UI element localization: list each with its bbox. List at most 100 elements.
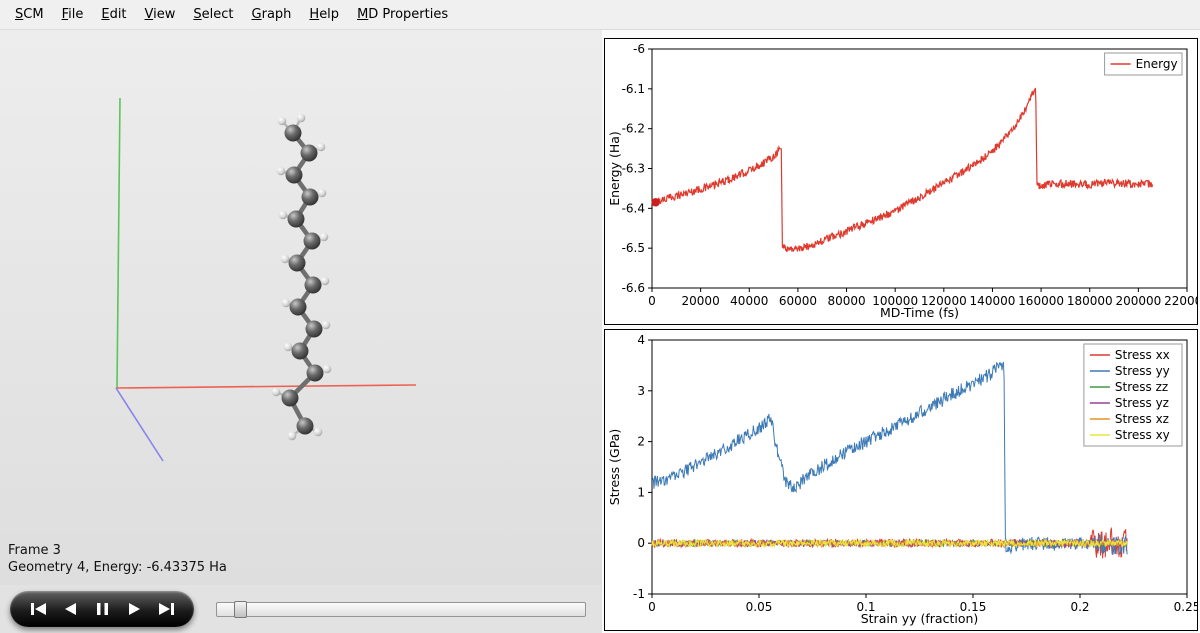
playback-bar [0, 585, 602, 633]
carbon-atom[interactable] [290, 299, 307, 316]
plot-area [652, 49, 1187, 288]
x-tick-label: 200000 [1115, 294, 1161, 308]
carbon-atom[interactable] [306, 321, 323, 338]
carbon-atom[interactable] [302, 189, 319, 206]
hydrogen-atom[interactable] [314, 428, 323, 437]
stress-strain-plot: 00.050.10.150.20.25-101234Strain yy (fra… [605, 330, 1197, 630]
x-axis-title: MD-Time (fs) [880, 305, 959, 320]
legend-label: Stress yz [1115, 396, 1169, 410]
hydrogen-atom[interactable] [322, 321, 331, 330]
carbon-atom[interactable] [301, 145, 318, 162]
hydrogen-atom[interactable] [321, 277, 330, 286]
hydrogen-atom[interactable] [281, 255, 290, 264]
x-tick-label: 220000 [1164, 294, 1197, 308]
frame-slider-thumb[interactable] [234, 601, 247, 618]
x-tick-label: 0.2 [1070, 600, 1089, 614]
y-axis-line [117, 98, 120, 388]
y-tick-label: -6.1 [622, 82, 645, 96]
y-tick-label: -6.6 [622, 281, 645, 295]
play-forward-button[interactable] [122, 599, 146, 619]
hydrogen-atom[interactable] [317, 143, 326, 152]
frame-slider[interactable] [216, 602, 586, 617]
x-axis-title: Strain yy (fraction) [861, 611, 979, 626]
last-frame-button[interactable] [154, 599, 178, 619]
legend-label: Stress xy [1115, 428, 1170, 442]
y-tick-label: 4 [637, 333, 645, 347]
x-tick-label: 140000 [970, 294, 1016, 308]
hydrogen-atom[interactable] [288, 432, 297, 441]
x-tick-label: 160000 [1018, 294, 1064, 308]
play-forward-icon [126, 602, 143, 616]
x-tick-label: 60000 [779, 294, 817, 308]
first-frame-button[interactable] [26, 599, 50, 619]
hydrogen-atom[interactable] [277, 167, 286, 176]
playback-controls [10, 591, 194, 627]
menu-item-select[interactable]: Select [184, 3, 242, 26]
molecule-canvas[interactable] [0, 30, 602, 585]
charts-pane: 0200004000060000800001000001200001400001… [602, 30, 1200, 633]
pause-button[interactable] [90, 599, 114, 619]
play-backward-icon [62, 602, 79, 616]
menu-item-md-properties[interactable]: MD Properties [348, 3, 457, 26]
y-tick-label: 0 [637, 536, 645, 550]
legend-label: Stress xz [1115, 412, 1169, 426]
molecule-viewer[interactable]: Frame 3 Geometry 4, Energy: -6.43375 Ha [0, 30, 602, 585]
carbon-atom[interactable] [304, 233, 321, 250]
x-tick-label: 0.05 [746, 600, 773, 614]
menu-item-scm[interactable]: SCM [6, 3, 53, 26]
hydrogen-atom[interactable] [323, 365, 332, 374]
carbon-atom[interactable] [288, 211, 305, 228]
menu-item-file[interactable]: File [53, 3, 93, 26]
x-tick-label: 180000 [1067, 294, 1113, 308]
x-axis-line [116, 385, 416, 388]
frame-label: Frame 3 [8, 542, 227, 560]
y-axis-title: Stress (GPa) [607, 429, 622, 505]
hydrogen-atom[interactable] [318, 189, 327, 198]
carbon-atom[interactable] [282, 390, 299, 407]
y-tick-label: -6 [633, 42, 645, 56]
status-text: Frame 3 Geometry 4, Energy: -6.43375 Ha [8, 542, 227, 577]
play-backward-button[interactable] [58, 599, 82, 619]
legend-label: Stress xx [1115, 348, 1170, 362]
hydrogen-atom[interactable] [272, 388, 281, 397]
hydrogen-atom[interactable] [282, 299, 291, 308]
y-tick-label: -6.2 [622, 122, 645, 136]
z-axis-line [116, 388, 163, 461]
left-pane: Frame 3 Geometry 4, Energy: -6.43375 Ha [0, 30, 602, 633]
hydrogen-atom[interactable] [297, 114, 306, 123]
x-tick-label: 0 [648, 294, 656, 308]
menu-item-graph[interactable]: Graph [243, 3, 301, 26]
x-tick-label: 20000 [682, 294, 720, 308]
skip-to-end-icon [158, 602, 175, 616]
legend-label: Energy [1136, 57, 1178, 71]
x-tick-label: 0 [648, 600, 656, 614]
carbon-atom[interactable] [292, 343, 309, 360]
pause-icon [94, 602, 111, 616]
legend-label: Stress yy [1115, 364, 1170, 378]
y-tick-label: -6.4 [622, 201, 645, 215]
x-tick-label: 0.25 [1174, 600, 1197, 614]
x-tick-label: 80000 [827, 294, 865, 308]
menu-item-view[interactable]: View [136, 3, 185, 26]
hydrogen-atom[interactable] [278, 117, 287, 126]
carbon-atom[interactable] [285, 125, 302, 142]
hydrogen-atom[interactable] [320, 233, 329, 242]
x-tick-label: 40000 [730, 294, 768, 308]
menu-item-edit[interactable]: Edit [92, 3, 135, 26]
carbon-atom[interactable] [305, 277, 322, 294]
energy-plot: 0200004000060000800001000001200001400001… [605, 39, 1197, 324]
carbon-atom[interactable] [286, 167, 303, 184]
main-area: Frame 3 Geometry 4, Energy: -6.43375 Ha … [0, 30, 1200, 633]
hydrogen-atom[interactable] [279, 211, 288, 220]
menu-item-help[interactable]: Help [300, 3, 348, 26]
legend-label: Stress zz [1115, 380, 1168, 394]
y-tick-label: 1 [637, 485, 645, 499]
menu-bar: SCMFileEditViewSelectGraphHelpMD Propert… [0, 0, 1200, 30]
hydrogen-atom[interactable] [284, 343, 293, 352]
y-tick-label: -6.3 [622, 162, 645, 176]
current-frame-marker[interactable] [651, 198, 659, 206]
carbon-atom[interactable] [289, 255, 306, 272]
carbon-atom[interactable] [307, 365, 324, 382]
energy-chart-panel: 0200004000060000800001000001200001400001… [604, 38, 1198, 325]
carbon-atom[interactable] [297, 418, 314, 435]
